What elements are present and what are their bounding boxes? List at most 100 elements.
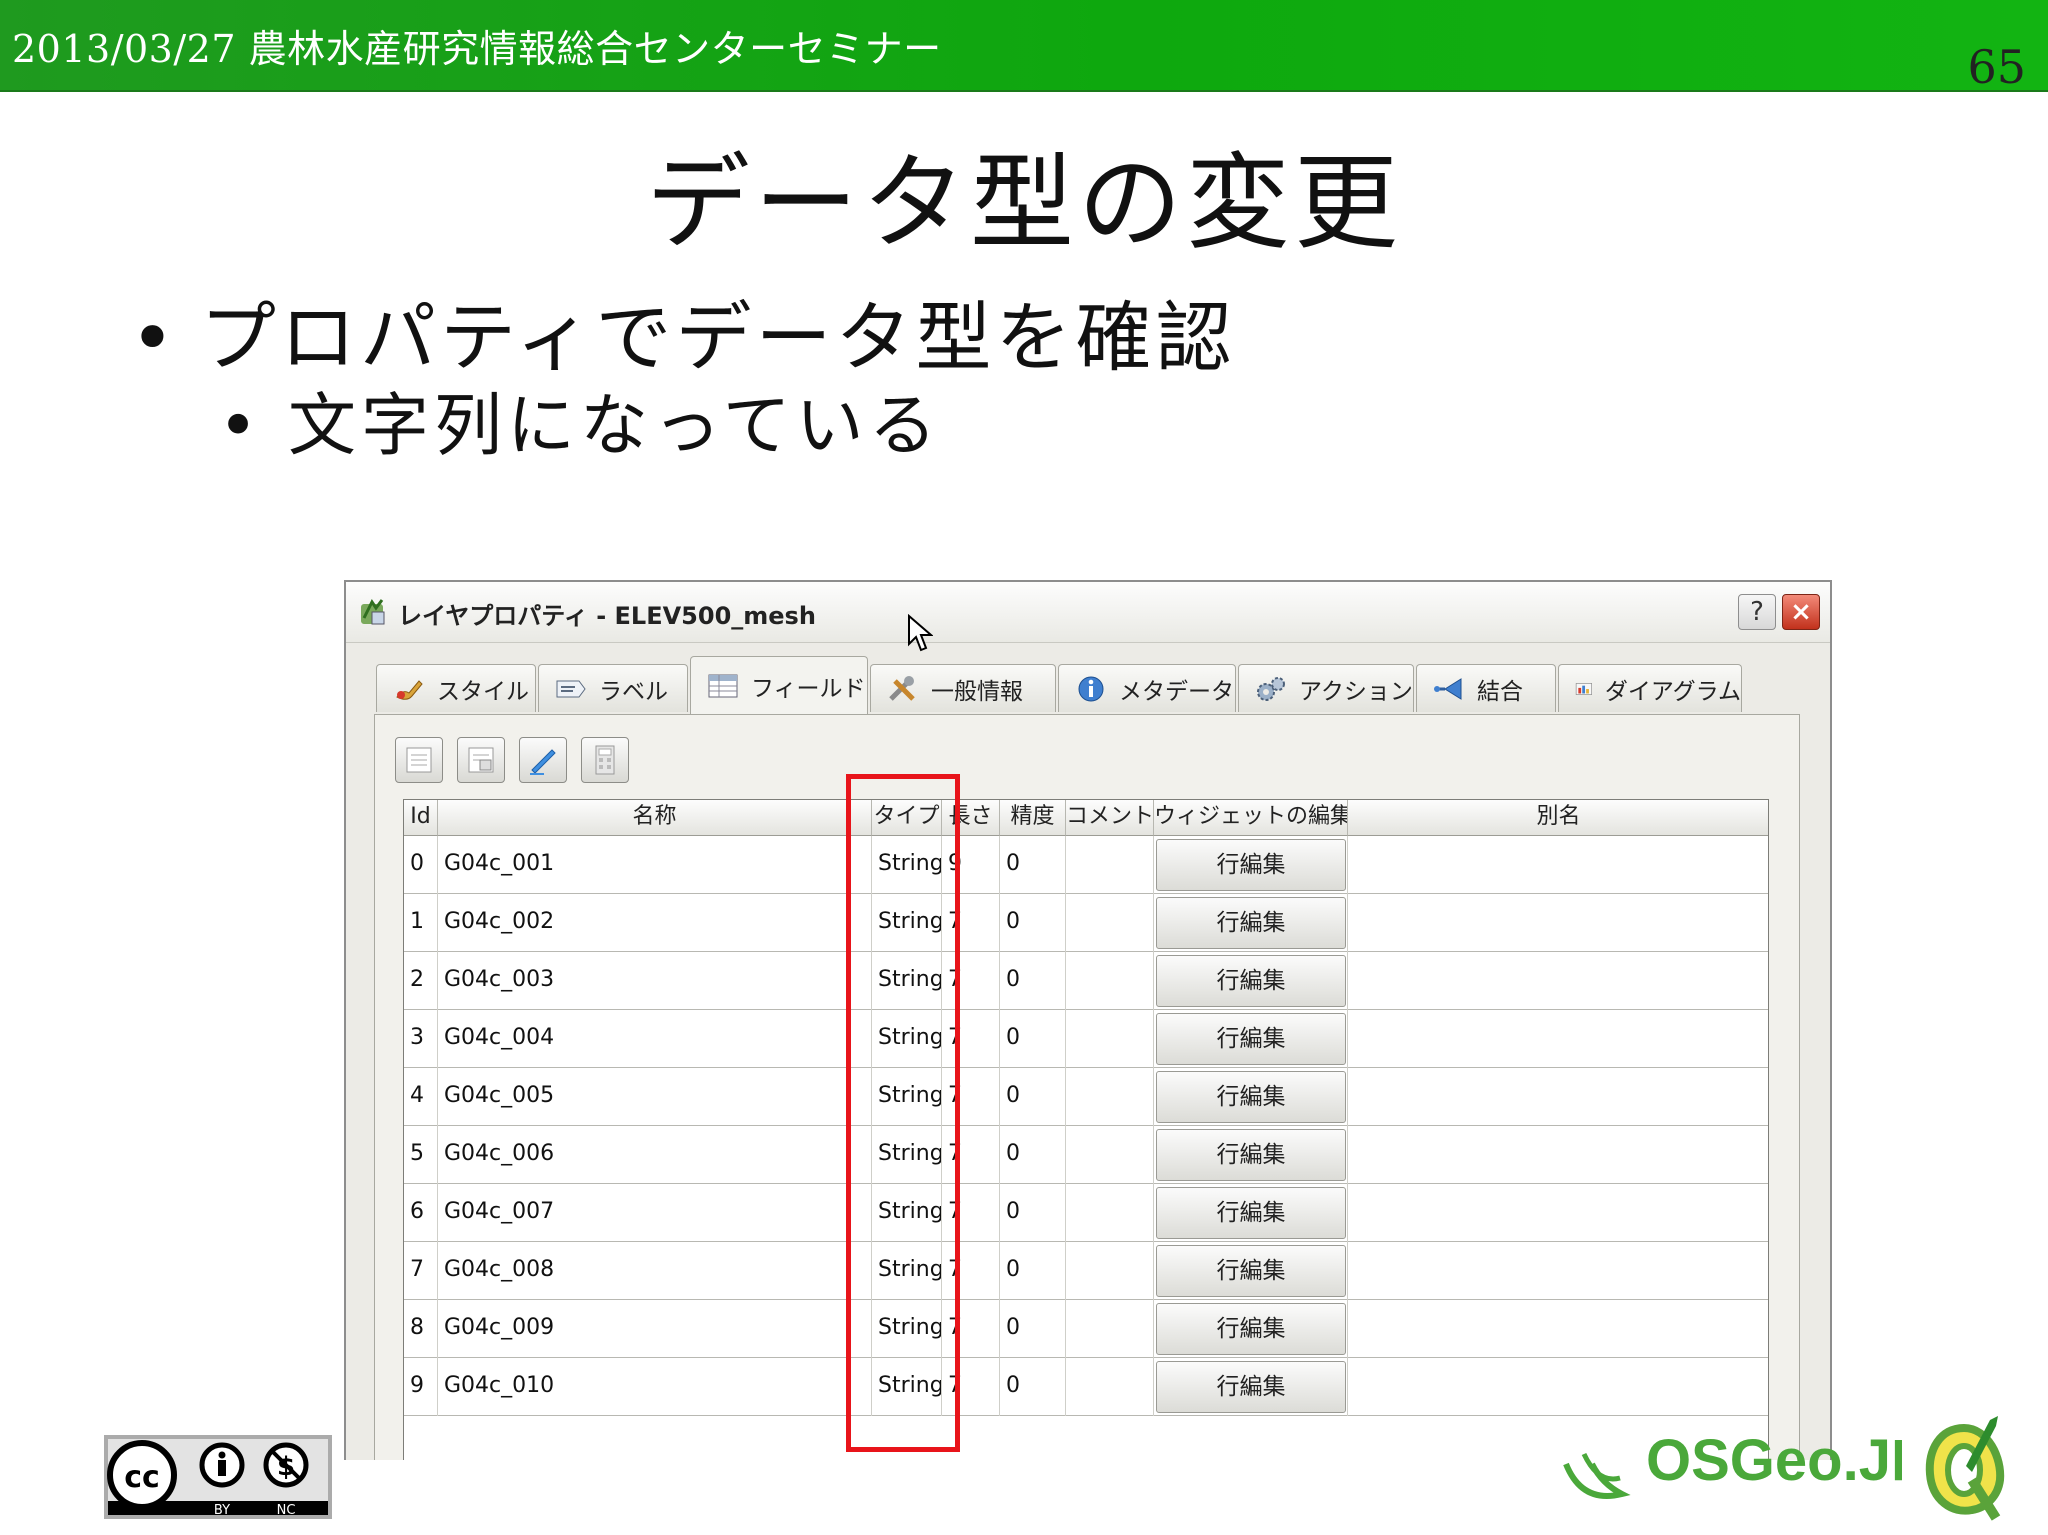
- cell-id[interactable]: 9: [404, 1358, 438, 1416]
- column-header-edit-widget[interactable]: ウィジェットの編集: [1154, 800, 1348, 836]
- toggle-editing-button[interactable]: [519, 737, 567, 783]
- page-number: 65: [1967, 40, 2026, 94]
- cell-name[interactable]: G04c_006: [438, 1126, 872, 1184]
- table-row[interactable]: 7 G04c_008 String 7 0 行編集: [404, 1242, 1768, 1300]
- help-button[interactable]: ?: [1738, 594, 1776, 630]
- tab-label: 結合: [1477, 678, 1523, 705]
- edit-widget-button[interactable]: 行編集: [1156, 1129, 1346, 1181]
- cell-name[interactable]: G04c_003: [438, 952, 872, 1010]
- table-row[interactable]: 1 G04c_002 String 7 0 行編集: [404, 894, 1768, 952]
- table-row[interactable]: 0 G04c_001 String 9 0 行編集: [404, 836, 1768, 894]
- edit-widget-button[interactable]: 行編集: [1156, 1013, 1346, 1065]
- table-row[interactable]: 4 G04c_005 String 7 0 行編集: [404, 1068, 1768, 1126]
- edit-widget-button[interactable]: 行編集: [1156, 897, 1346, 949]
- tab-style[interactable]: スタイル: [376, 664, 536, 712]
- cell-name[interactable]: G04c_004: [438, 1010, 872, 1068]
- cell-precision[interactable]: 0: [1000, 1126, 1066, 1184]
- dialog-titlebar[interactable]: レイヤプロパティ - ELEV500_mesh ? ×: [346, 582, 1830, 643]
- cell-alias[interactable]: [1348, 1126, 1768, 1184]
- edit-widget-button[interactable]: 行編集: [1156, 1361, 1346, 1413]
- cell-alias[interactable]: [1348, 894, 1768, 952]
- column-header-precision[interactable]: 精度: [1000, 800, 1066, 836]
- field-calculator-button[interactable]: [581, 737, 629, 783]
- tab-fields[interactable]: フィールド: [690, 656, 868, 714]
- slide-title: データ型の変更: [645, 142, 1402, 264]
- toggle-editing-icon: [530, 749, 556, 775]
- cell-id[interactable]: 2: [404, 952, 438, 1010]
- cell-alias[interactable]: [1348, 1010, 1768, 1068]
- cell-id[interactable]: 0: [404, 836, 438, 894]
- table-row[interactable]: 3 G04c_004 String 7 0 行編集: [404, 1010, 1768, 1068]
- cell-name[interactable]: G04c_002: [438, 894, 872, 952]
- cell-precision[interactable]: 0: [1000, 1358, 1066, 1416]
- new-column-button[interactable]: [395, 737, 443, 783]
- edit-widget-button[interactable]: 行編集: [1156, 1303, 1346, 1355]
- cell-alias[interactable]: [1348, 836, 1768, 894]
- cell-precision[interactable]: 0: [1000, 1068, 1066, 1126]
- cell-precision[interactable]: 0: [1000, 1242, 1066, 1300]
- cell-alias[interactable]: [1348, 952, 1768, 1010]
- cell-name[interactable]: G04c_009: [438, 1300, 872, 1358]
- cell-id[interactable]: 1: [404, 894, 438, 952]
- cell-id[interactable]: 3: [404, 1010, 438, 1068]
- fields-table: Id 名称 タイプ 長さ 精度 コメント ウィジェットの編集 別名 0 G04c_…: [403, 799, 1769, 1460]
- tab-label-settings[interactable]: ラベル: [538, 664, 688, 712]
- edit-widget-button[interactable]: 行編集: [1156, 1187, 1346, 1239]
- cell-comment[interactable]: [1066, 1068, 1154, 1126]
- table-row[interactable]: 2 G04c_003 String 7 0 行編集: [404, 952, 1768, 1010]
- edit-widget-button[interactable]: 行編集: [1156, 1245, 1346, 1297]
- cell-precision[interactable]: 0: [1000, 836, 1066, 894]
- cell-id[interactable]: 6: [404, 1184, 438, 1242]
- cell-precision[interactable]: 0: [1000, 1010, 1066, 1068]
- tab-metadata[interactable]: メタデータ: [1058, 664, 1236, 712]
- cell-comment[interactable]: [1066, 1300, 1154, 1358]
- cell-alias[interactable]: [1348, 1068, 1768, 1126]
- tab-label: アクション: [1299, 678, 1413, 705]
- cell-id[interactable]: 4: [404, 1068, 438, 1126]
- tab-label: ラベル: [599, 678, 668, 705]
- cell-precision[interactable]: 0: [1000, 894, 1066, 952]
- table-row[interactable]: 8 G04c_009 String 7 0 行編集: [404, 1300, 1768, 1358]
- tab-joins[interactable]: 結合: [1416, 664, 1556, 712]
- cell-comment[interactable]: [1066, 1126, 1154, 1184]
- cell-alias[interactable]: [1348, 1184, 1768, 1242]
- column-header-alias[interactable]: 別名: [1348, 800, 1768, 836]
- column-header-id[interactable]: Id: [404, 800, 438, 836]
- tab-diagram[interactable]: ダイアグラム: [1558, 664, 1742, 712]
- edit-widget-button[interactable]: 行編集: [1156, 1071, 1346, 1123]
- cell-precision[interactable]: 0: [1000, 1300, 1066, 1358]
- tab-actions[interactable]: アクション: [1238, 664, 1414, 712]
- cell-comment[interactable]: [1066, 1242, 1154, 1300]
- cell-name[interactable]: G04c_007: [438, 1184, 872, 1242]
- cell-alias[interactable]: [1348, 1242, 1768, 1300]
- cell-id[interactable]: 8: [404, 1300, 438, 1358]
- cell-precision[interactable]: 0: [1000, 1184, 1066, 1242]
- table-row[interactable]: 5 G04c_006 String 7 0 行編集: [404, 1126, 1768, 1184]
- cell-comment[interactable]: [1066, 894, 1154, 952]
- cell-name[interactable]: G04c_005: [438, 1068, 872, 1126]
- table-row[interactable]: 9 G04c_010 String 7 0 行編集: [404, 1358, 1768, 1416]
- cell-alias[interactable]: [1348, 1358, 1768, 1416]
- cell-precision[interactable]: 0: [1000, 952, 1066, 1010]
- tab-general[interactable]: 一般情報: [870, 664, 1056, 712]
- cell-name[interactable]: G04c_010: [438, 1358, 872, 1416]
- cell-comment[interactable]: [1066, 1010, 1154, 1068]
- column-header-name[interactable]: 名称: [438, 800, 872, 836]
- column-header-comment[interactable]: コメント: [1066, 800, 1154, 836]
- delete-column-button[interactable]: [457, 737, 505, 783]
- edit-widget-button[interactable]: 行編集: [1156, 955, 1346, 1007]
- cell-alias[interactable]: [1348, 1300, 1768, 1358]
- cell-id[interactable]: 5: [404, 1126, 438, 1184]
- new-column-icon: [406, 747, 432, 773]
- close-button[interactable]: ×: [1782, 594, 1820, 630]
- tab-label: ダイアグラム: [1604, 678, 1741, 705]
- cell-id[interactable]: 7: [404, 1242, 438, 1300]
- cell-comment[interactable]: [1066, 1184, 1154, 1242]
- table-row[interactable]: 6 G04c_007 String 7 0 行編集: [404, 1184, 1768, 1242]
- cell-comment[interactable]: [1066, 836, 1154, 894]
- edit-widget-button[interactable]: 行編集: [1156, 839, 1346, 891]
- cell-name[interactable]: G04c_008: [438, 1242, 872, 1300]
- cell-comment[interactable]: [1066, 1358, 1154, 1416]
- cell-name[interactable]: G04c_001: [438, 836, 872, 894]
- cell-comment[interactable]: [1066, 952, 1154, 1010]
